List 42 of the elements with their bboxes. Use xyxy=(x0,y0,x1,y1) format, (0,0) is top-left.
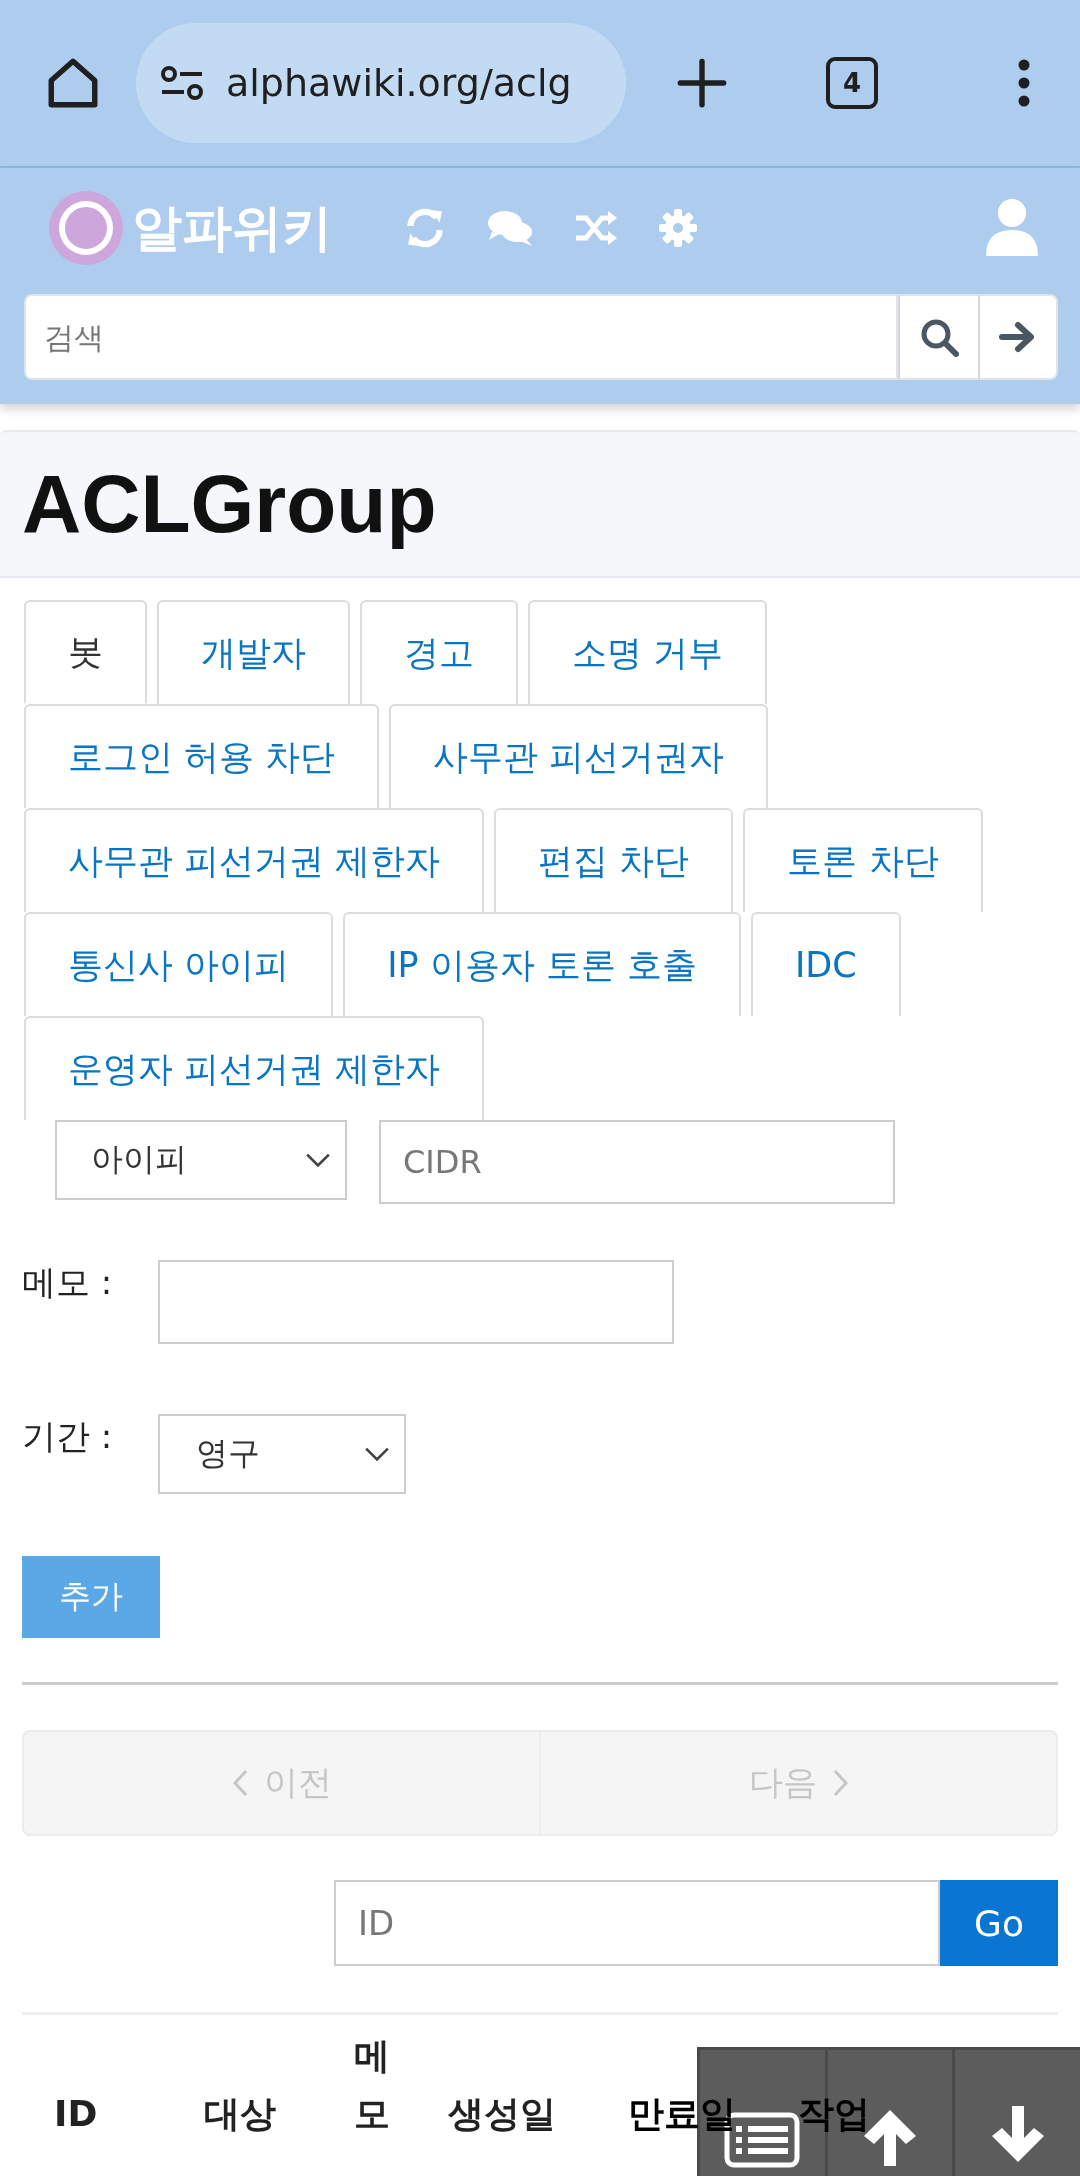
add-button[interactable]: 추가 xyxy=(22,1556,160,1638)
tab[interactable]: 봇 xyxy=(24,600,147,704)
memo-label: 메모 : xyxy=(22,1261,114,1304)
site-settings-icon[interactable] xyxy=(160,65,204,101)
chevron-right-icon xyxy=(832,1769,849,1797)
search-field[interactable]: 검색 xyxy=(24,294,898,380)
period-select[interactable]: 영구 xyxy=(158,1414,406,1494)
tab[interactable]: 사무관 피선거권 제한자 xyxy=(24,808,485,912)
search-icon xyxy=(919,317,959,357)
tab[interactable]: 통신사 아이피 xyxy=(24,912,334,1016)
tab[interactable]: 편집 차단 xyxy=(494,808,734,912)
tab[interactable]: 소명 거부 xyxy=(528,600,768,704)
go-button[interactable] xyxy=(978,294,1058,380)
tab[interactable]: 경고 xyxy=(360,600,518,704)
id-field[interactable]: ID xyxy=(334,1880,940,1966)
chevron-down-icon xyxy=(305,1152,331,1168)
new-tab-icon[interactable] xyxy=(676,57,728,109)
column-header: ID xyxy=(54,2092,98,2134)
tab[interactable]: 운영자 피선거권 제한자 xyxy=(24,1016,485,1120)
memo-field[interactable] xyxy=(158,1260,674,1344)
column-header: 메모 xyxy=(354,2035,390,2134)
search-button[interactable] xyxy=(898,294,978,380)
period-label: 기간 : xyxy=(22,1415,114,1458)
column-header: 대상 xyxy=(204,2092,276,2134)
tab[interactable]: 개발자 xyxy=(157,600,350,704)
tab[interactable]: IP 이용자 토론 호출 xyxy=(343,912,741,1016)
tab[interactable]: 사무관 피선거권자 xyxy=(389,704,769,808)
chevron-down-icon xyxy=(364,1446,390,1462)
column-header: 작업 xyxy=(798,2092,870,2134)
page-title: ACLGroup xyxy=(22,457,437,551)
cidr-field[interactable]: CIDR xyxy=(379,1120,895,1204)
column-header: 생성일 xyxy=(448,2092,556,2134)
tab[interactable]: 로그인 허용 차단 xyxy=(24,704,380,808)
tab[interactable]: 토론 차단 xyxy=(743,808,983,912)
chevron-left-icon xyxy=(231,1769,248,1797)
tab[interactable]: IDC xyxy=(750,912,901,1016)
type-select[interactable]: 아이피 xyxy=(55,1120,347,1200)
url-text: alphawiki.org/aclg xyxy=(226,61,572,105)
tab-count-button[interactable]: 4 xyxy=(826,57,878,109)
address-bar[interactable]: alphawiki.org/aclg xyxy=(136,23,626,143)
menu-icon[interactable] xyxy=(1018,58,1030,108)
go-button[interactable]: Go xyxy=(940,1880,1058,1966)
